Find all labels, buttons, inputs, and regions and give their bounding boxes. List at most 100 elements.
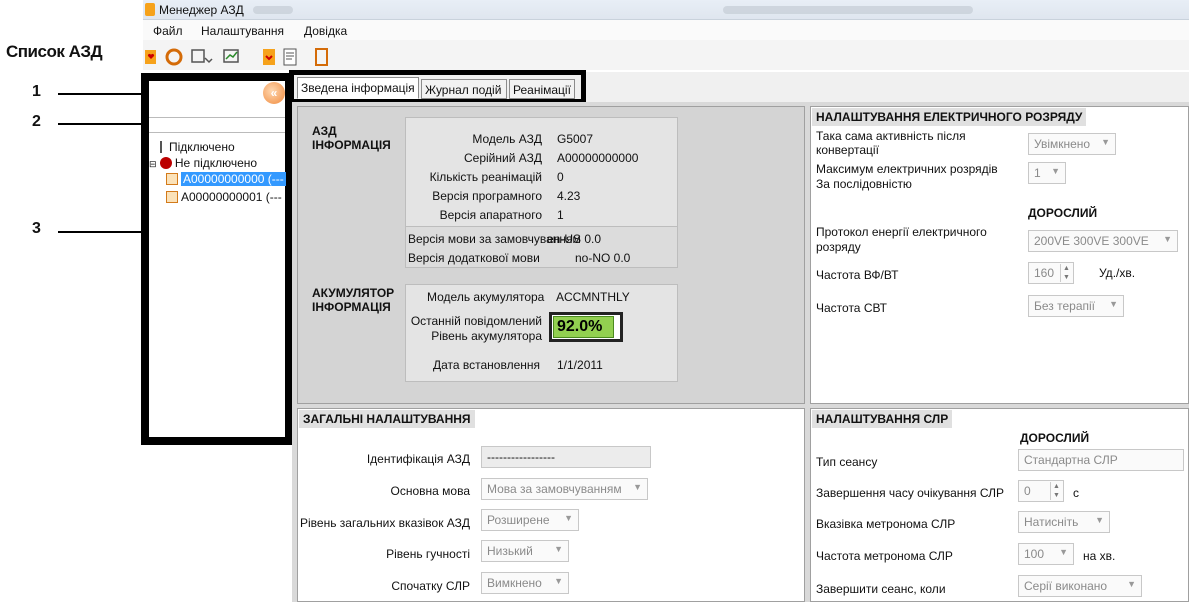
exit-icon[interactable] xyxy=(315,48,329,66)
primary-language-label: Основна мова xyxy=(390,484,470,498)
aed-serial-value: A00000000000 xyxy=(557,151,639,165)
stepper-value: 160 xyxy=(1034,266,1055,280)
max-shocks-label-2: За послідовністю xyxy=(816,177,912,191)
select-value: Увімкнено xyxy=(1034,137,1091,151)
cpr-first-select[interactable]: Вимкнено ▼ xyxy=(481,572,569,594)
transfer-icon[interactable] xyxy=(191,48,213,66)
hardware-version-value: 1 xyxy=(557,208,564,222)
window-title: Менеджер АЗД xyxy=(159,3,244,17)
software-version-value: 4.23 xyxy=(557,189,581,203)
aed-info-header-2: ІНФОРМАЦІЯ xyxy=(312,138,391,152)
tree-node-not-connected[interactable]: ⊟ Не підключено xyxy=(149,156,257,170)
end-session-label: Завершити сеанс, коли xyxy=(816,582,946,596)
cpr-timeout-stepper[interactable]: 0 ▲ ▼ xyxy=(1018,480,1064,502)
shock-adult-header: ДОРОСЛИЙ xyxy=(1028,206,1098,220)
spinner-arrows-icon[interactable]: ▲ ▼ xyxy=(1060,264,1072,282)
cpr-timeout-unit: с xyxy=(1073,486,1079,500)
cpr-settings-header: НАЛАШТУВАННЯ СЛР xyxy=(812,410,953,428)
menu-help[interactable]: Довідка xyxy=(304,24,347,38)
tree-device-label: A00000000001 (--- xyxy=(181,190,282,204)
same-activity-select[interactable]: Увімкнено ▼ xyxy=(1028,133,1116,155)
side-title: Список АЗД xyxy=(6,42,103,61)
general-settings-header: ЗАГАЛЬНІ НАЛАШТУВАННЯ xyxy=(299,410,475,428)
chevron-down-icon: ▼ xyxy=(564,513,573,523)
heart-device-icon[interactable] xyxy=(145,48,157,66)
tree-filter-bar[interactable] xyxy=(149,117,285,133)
end-session-select[interactable]: Серії виконано ▼ xyxy=(1018,575,1142,597)
install-date-label: Дата встановлення xyxy=(433,358,541,372)
disconnected-icon xyxy=(159,157,172,169)
select-value: Без терапії xyxy=(1034,299,1096,313)
select-value: Мова за замовчуванням xyxy=(487,482,622,496)
chevron-down-icon: ▼ xyxy=(1163,234,1172,244)
tree-node-label: Підключено xyxy=(169,140,235,154)
prompt-level-select[interactable]: Розширене ▼ xyxy=(481,509,579,531)
collapse-toggle-icon[interactable]: ⊟ xyxy=(149,159,157,169)
vf-rate-stepper[interactable]: 160 ▲ ▼ xyxy=(1028,262,1074,284)
same-activity-label-1: Така сама активність після xyxy=(816,129,966,143)
battery-model-value: ACCMNTHLY xyxy=(556,290,630,304)
report-icon[interactable] xyxy=(283,48,305,66)
tabs-highlight-frame xyxy=(289,70,586,104)
select-value: Розширене xyxy=(487,513,550,527)
session-type-label: Тип сеансу xyxy=(816,455,878,469)
select-value: 100 xyxy=(1024,547,1045,561)
select-value: 1 xyxy=(1034,166,1041,180)
aed-id-label: Ідентифікація АЗД xyxy=(366,452,470,466)
callout-1: 1 xyxy=(32,83,41,100)
tree-node-connected[interactable]: Підключено xyxy=(160,140,235,154)
select-value: Низький xyxy=(487,544,533,558)
metronome-rate-select[interactable]: 100 ▼ xyxy=(1018,543,1074,565)
default-language-value: en-US 0.0 xyxy=(547,232,602,246)
same-activity-label-2: конвертації xyxy=(816,143,879,157)
primary-language-select[interactable]: Мова за замовчуванням ▼ xyxy=(481,478,648,500)
chevron-down-icon: ▼ xyxy=(633,482,642,492)
menu-file[interactable]: Файл xyxy=(153,24,183,38)
battery-level-label-2: Рівень акумулятора xyxy=(431,329,542,343)
shock-settings-header: НАЛАШТУВАННЯ ЕЛЕКТРИЧНОГО РОЗРЯДУ xyxy=(812,108,1087,126)
toolbar xyxy=(143,40,1189,70)
svt-rate-select[interactable]: Без терапії ▼ xyxy=(1028,295,1124,317)
max-shocks-select[interactable]: 1 ▼ xyxy=(1028,162,1066,184)
volume-level-label: Рівень гучності xyxy=(386,547,470,561)
select-value: Серії виконано xyxy=(1024,579,1108,593)
session-type-field[interactable]: Стандартна СЛР xyxy=(1018,449,1184,471)
refresh-icon[interactable] xyxy=(165,48,183,66)
select-value: Вимкнено xyxy=(487,576,542,590)
metronome-prompt-select[interactable]: Натисніть ▼ xyxy=(1018,511,1110,533)
software-version-label: Версія програмного xyxy=(432,189,542,203)
spinner-arrows-icon[interactable]: ▲ ▼ xyxy=(1050,482,1062,500)
energy-protocol-label-1: Протокол енергії електричного xyxy=(816,225,987,239)
cpr-adult-header: ДОРОСЛИЙ xyxy=(1020,431,1090,445)
chevron-down-icon: ▼ xyxy=(1051,166,1060,176)
metronome-rate-label: Частота метронома СЛР xyxy=(816,549,953,563)
menu-settings[interactable]: Налаштування xyxy=(201,24,284,38)
aed-device-icon[interactable] xyxy=(262,48,276,66)
tree-device-item[interactable]: A00000000000 (--- xyxy=(166,172,286,186)
volume-level-select[interactable]: Низький ▼ xyxy=(481,540,569,562)
blurred-title-segment xyxy=(723,6,973,14)
vf-rate-label: Частота ВФ/ВТ xyxy=(816,268,899,282)
battery-level-indicator: 92.0% xyxy=(549,312,623,342)
battery-info-header-2: ІНФОРМАЦІЯ xyxy=(312,300,391,314)
rescue-count-label: Кількість реанімацій xyxy=(429,170,542,184)
metronome-prompt-label: Вказівка метронома СЛР xyxy=(816,517,956,531)
blurred-title-segment xyxy=(253,6,293,14)
energy-protocol-label-2: розряду xyxy=(816,240,861,254)
chevron-down-icon: ▼ xyxy=(1127,579,1136,589)
collapse-panel-button[interactable]: « xyxy=(263,82,285,104)
energy-protocol-select[interactable]: 200VE 300VE 300VE ▼ xyxy=(1028,230,1178,252)
aed-id-field[interactable]: ----------------- xyxy=(481,446,651,468)
app-icon xyxy=(145,3,155,16)
chevron-down-icon: ▼ xyxy=(554,544,563,554)
svt-rate-label: Частота СВТ xyxy=(816,301,888,315)
stepper-value: 0 xyxy=(1024,484,1031,498)
aed-model-value: G5007 xyxy=(557,132,594,146)
aed-model-label: Модель АЗД xyxy=(472,132,542,146)
tree-device-item[interactable]: A00000000001 (--- xyxy=(166,190,282,204)
aed-device-icon xyxy=(166,191,178,203)
aed-device-icon xyxy=(166,173,178,185)
chart-icon[interactable] xyxy=(223,48,245,66)
cpr-settings-panel xyxy=(810,408,1189,602)
rescue-count-value: 0 xyxy=(557,170,564,184)
